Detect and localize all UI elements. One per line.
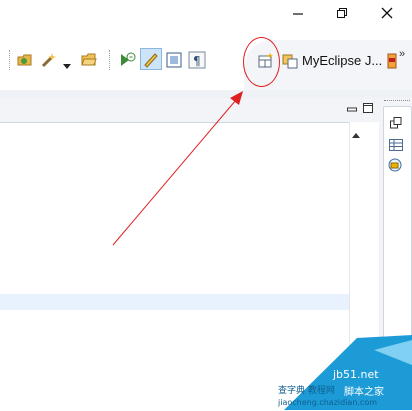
watermark-cn: 脚本之家 [344, 387, 384, 398]
watermark-cn2: 查字典 教程网 [278, 386, 335, 396]
watermark-url: jiaocheng.chazidian.com [278, 398, 378, 407]
watermark-site: jb51.net [333, 368, 379, 381]
